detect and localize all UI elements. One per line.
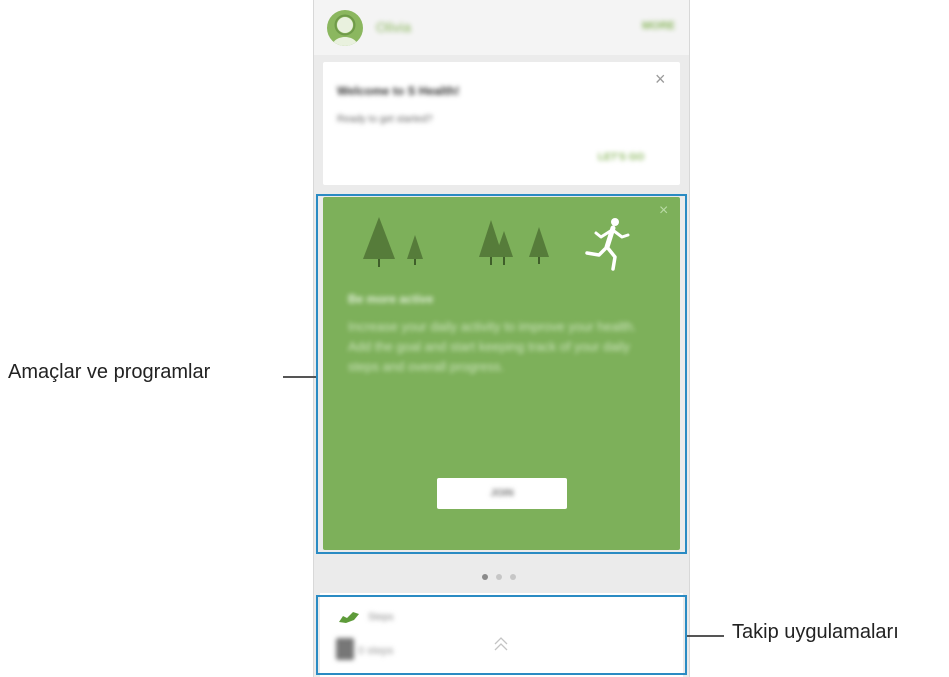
page-indicator bbox=[482, 574, 516, 580]
welcome-close-icon[interactable]: × bbox=[655, 69, 666, 90]
goals-callout-line bbox=[283, 376, 316, 378]
profile-name[interactable]: Olivia bbox=[376, 19, 411, 35]
welcome-text: Ready to get started? bbox=[337, 114, 433, 125]
goals-highlight-frame bbox=[316, 194, 687, 554]
tracker-callout-label: Takip uygulamaları bbox=[732, 621, 899, 643]
lets-go-button[interactable]: LET'S GO bbox=[598, 152, 644, 163]
welcome-title: Welcome to S Health! bbox=[337, 84, 460, 98]
welcome-card: × Welcome to S Health! Ready to get star… bbox=[323, 62, 680, 185]
goals-callout-label: Amaçlar ve programlar bbox=[8, 361, 211, 383]
tracker-callout-line bbox=[687, 635, 724, 637]
page-dot-active[interactable] bbox=[482, 574, 488, 580]
tracker-highlight-frame bbox=[316, 595, 687, 675]
page-dot[interactable] bbox=[496, 574, 502, 580]
app-header: Olivia MORE bbox=[314, 0, 689, 55]
page-dot[interactable] bbox=[510, 574, 516, 580]
more-button[interactable]: MORE bbox=[642, 20, 675, 32]
profile-avatar-icon[interactable] bbox=[327, 10, 363, 46]
